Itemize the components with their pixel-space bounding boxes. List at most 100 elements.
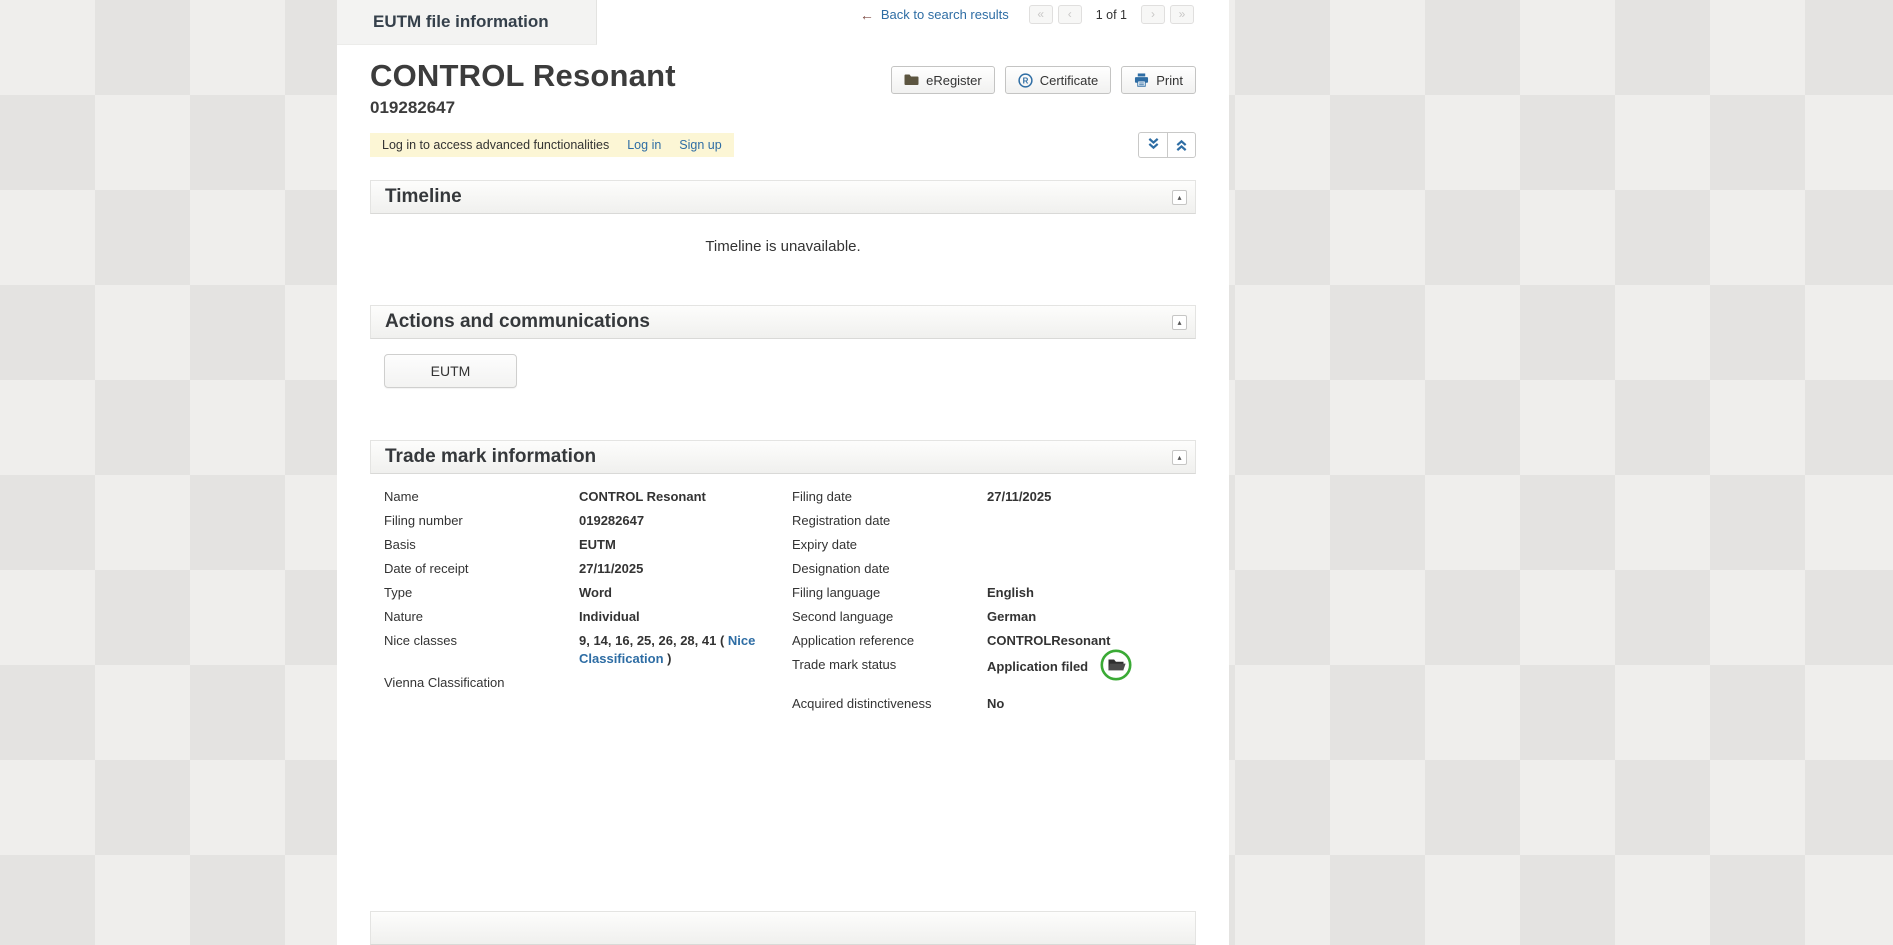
collapse-actions-button[interactable]: ▴ <box>1172 315 1187 330</box>
actions-body: EUTM <box>370 339 1196 418</box>
actions-section-header: Actions and communications ▴ <box>370 305 1196 339</box>
detail-value: 27/11/2025 <box>579 560 792 578</box>
next-section-header-partial <box>370 911 1196 945</box>
section-trademark-information: Trade mark information ▴ NameCONTROL Res… <box>370 440 1196 743</box>
chevron-double-up-icon <box>1175 139 1188 152</box>
pager-next-button[interactable]: › <box>1141 5 1165 24</box>
collapse-timeline-button[interactable]: ▴ <box>1172 190 1187 205</box>
detail-label: Designation date <box>792 560 987 578</box>
filing-number: 019282647 <box>370 98 676 118</box>
detail-label: Name <box>384 488 579 506</box>
detail-row: Registration date <box>792 512 1182 530</box>
detail-row: Trade mark statusApplication filed <box>792 656 1182 679</box>
detail-value: CONTROLResonant <box>987 632 1182 650</box>
detail-label: Nice classes <box>384 632 579 668</box>
detail-row: Filing date27/11/2025 <box>792 488 1182 506</box>
certificate-label: Certificate <box>1040 73 1099 88</box>
detail-value: Individual <box>579 608 792 626</box>
detail-row: Application referenceCONTROLResonant <box>792 632 1182 650</box>
expand-all-button[interactable] <box>1138 132 1167 158</box>
pager-prev-button[interactable]: ‹ <box>1058 5 1082 24</box>
detail-value <box>579 674 792 692</box>
desktop-background: { "colors": { "link_blue": "#2e6da4", "s… <box>0 0 1893 931</box>
detail-label: Basis <box>384 536 579 554</box>
detail-row: Expiry date <box>792 536 1182 554</box>
printer-icon <box>1134 73 1149 87</box>
timeline-empty-message: Timeline is unavailable. <box>370 214 1196 283</box>
collapse-all-button[interactable] <box>1167 132 1196 158</box>
section-actions-communications: Actions and communications ▴ EUTM <box>370 305 1196 418</box>
detail-row: NatureIndividual <box>384 608 792 626</box>
login-link[interactable]: Log in <box>627 138 661 152</box>
top-strip: EUTM file information ← Back to search r… <box>337 0 1229 45</box>
eregister-label: eRegister <box>926 73 982 88</box>
detail-row: Second languageGerman <box>792 608 1182 626</box>
chevron-double-down-icon <box>1147 137 1160 153</box>
action-buttons: eRegister R Certificate Print <box>891 66 1196 94</box>
folder-icon <box>904 74 919 86</box>
detail-label: Registration date <box>792 512 987 530</box>
result-pager: « ‹ 1 of 1 › » <box>1029 5 1194 24</box>
print-label: Print <box>1156 73 1183 88</box>
detail-label: Filing date <box>792 488 987 506</box>
print-button[interactable]: Print <box>1121 66 1196 94</box>
signup-link[interactable]: Sign up <box>679 138 721 152</box>
eregister-button[interactable]: eRegister <box>891 66 995 94</box>
login-banner: Log in to access advanced functionalitie… <box>370 133 734 157</box>
registered-icon: R <box>1018 73 1033 88</box>
detail-label: Second language <box>792 608 987 626</box>
eutm-file-page: EUTM file information ← Back to search r… <box>337 0 1229 945</box>
detail-row: Designation date <box>792 560 1182 578</box>
detail-row: NameCONTROL Resonant <box>384 488 792 506</box>
back-link-label: Back to search results <box>881 7 1009 22</box>
pager-last-button[interactable]: » <box>1170 5 1194 24</box>
detail-row: BasisEUTM <box>384 536 792 554</box>
detail-row: Filing languageEnglish <box>792 584 1182 602</box>
detail-row: TypeWord <box>384 584 792 602</box>
title-row: CONTROL Resonant 019282647 eRegister R C… <box>337 45 1229 118</box>
page-indicator: 1 of 1 <box>1096 8 1127 22</box>
pager-first-button[interactable]: « <box>1029 5 1053 24</box>
detail-value <box>987 512 1182 530</box>
tab-eutm-file-information[interactable]: EUTM file information <box>337 0 597 45</box>
nice-classification-link[interactable]: Nice Classification <box>579 633 755 666</box>
detail-label: Filing language <box>792 584 987 602</box>
detail-label: Date of receipt <box>384 560 579 578</box>
detail-value <box>987 560 1182 578</box>
detail-label: Application reference <box>792 632 987 650</box>
detail-label: Vienna Classification <box>384 674 579 692</box>
back-to-search-link[interactable]: ← Back to search results <box>860 7 1009 23</box>
detail-value: Application filed <box>987 656 1182 679</box>
title-block: CONTROL Resonant 019282647 <box>370 57 676 118</box>
detail-value: 27/11/2025 <box>987 488 1182 506</box>
login-banner-message: Log in to access advanced functionalitie… <box>382 138 609 152</box>
detail-label: Expiry date <box>792 536 987 554</box>
banner-row: Log in to access advanced functionalitie… <box>337 132 1229 158</box>
detail-row: Vienna Classification <box>384 674 792 692</box>
application-filed-status-icon <box>1100 649 1132 686</box>
tab-title: EUTM file information <box>373 12 549 32</box>
detail-value: No <box>987 695 1182 713</box>
trademark-details: NameCONTROL Resonant Filing number0192826… <box>370 474 1196 743</box>
certificate-button[interactable]: R Certificate <box>1005 66 1112 94</box>
detail-label: Acquired distinctiveness <box>792 695 987 713</box>
actions-section-title: Actions and communications <box>385 311 650 333</box>
detail-row: Filing number019282647 <box>384 512 792 530</box>
page-title: CONTROL Resonant <box>370 57 676 95</box>
expand-collapse-group <box>1138 132 1196 158</box>
timeline-section-title: Timeline <box>385 186 462 208</box>
collapse-trademark-button[interactable]: ▴ <box>1172 450 1187 465</box>
detail-value: English <box>987 584 1182 602</box>
trademark-section-header: Trade mark information ▴ <box>370 440 1196 474</box>
svg-text:R: R <box>1022 76 1028 85</box>
detail-row: Acquired distinctivenessNo <box>792 695 1182 713</box>
details-right-column: Filing date27/11/2025Registration dateEx… <box>792 488 1182 719</box>
top-controls: ← Back to search results « ‹ 1 of 1 › » <box>860 5 1194 24</box>
detail-value: German <box>987 608 1182 626</box>
eutm-filter-button[interactable]: EUTM <box>384 354 517 388</box>
detail-value: Word <box>579 584 792 602</box>
back-arrow-icon: ← <box>860 7 874 23</box>
detail-label: Trade mark status <box>792 656 987 679</box>
detail-row: Date of receipt27/11/2025 <box>384 560 792 578</box>
trademark-section-title: Trade mark information <box>385 446 596 468</box>
